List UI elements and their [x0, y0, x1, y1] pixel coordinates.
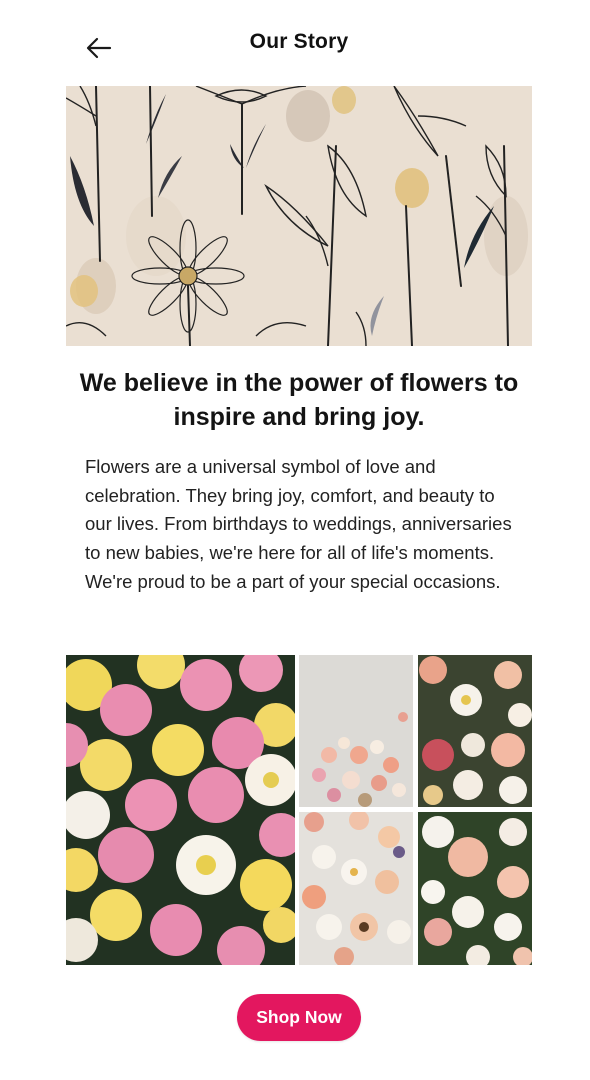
headline: We believe in the power of flowers to in… [79, 369, 519, 431]
hero-image [66, 86, 532, 346]
gallery-image-large [66, 655, 295, 965]
shop-now-button[interactable]: Shop Now [237, 994, 361, 1041]
photo-gallery [66, 655, 532, 965]
top-bar: Our Story [0, 0, 590, 92]
gallery-image-mixed [418, 655, 532, 807]
gallery-image-daisies [299, 812, 413, 965]
gallery-image-peach [418, 812, 532, 965]
story-paragraph: Flowers are a universal symbol of love a… [85, 456, 512, 592]
page-title: Our Story [249, 30, 349, 53]
gallery-image-vase [299, 655, 413, 807]
